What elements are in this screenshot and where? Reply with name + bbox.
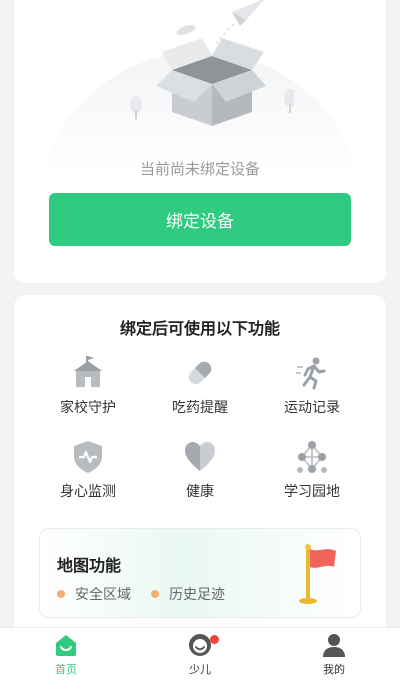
features-title: 绑定后可使用以下功能 [119,319,280,338]
notification-badge [210,635,219,644]
tab-kids[interactable]: 少儿 [160,632,240,677]
running-icon [296,357,326,390]
bullet-dot [57,590,65,598]
map-feature-card[interactable]: 地图功能 安全区域 历史足迹 [39,528,361,618]
feature-learning-garden[interactable]: 学习园地 [262,439,362,501]
home-icon [56,635,76,656]
map-item-history: 历史足迹 [151,584,225,604]
map-title: 地图功能 [57,556,122,575]
empty-state-message: 当前尚未绑定设备 [139,160,260,178]
empty-box-illustration [130,0,294,126]
feature-school-guard[interactable]: 家校守护 [38,355,138,417]
tab-label: 少儿 [189,663,211,676]
user-icon [323,634,345,657]
feature-mind-body-monitor[interactable]: 身心监测 [38,439,138,501]
bind-device-button[interactable]: 绑定设备 [49,193,351,246]
pill-icon [188,361,212,385]
heart-icon [185,442,215,471]
feature-label: 身心监测 [60,484,116,500]
tab-home[interactable]: 首页 [26,632,106,677]
feature-label: 学习园地 [284,484,340,500]
flag-icon [299,544,336,604]
tab-label: 我的 [323,663,345,676]
bullet-dot [151,590,159,598]
map-item-label: 安全区域 [75,587,131,603]
feature-label: 健康 [186,484,214,500]
feature-label: 家校守护 [60,400,116,416]
network-icon [297,441,327,473]
shield-heartbeat-icon [74,441,102,473]
kid-face-icon [189,634,211,656]
tab-label: 首页 [55,663,77,676]
feature-exercise-record[interactable]: 运动记录 [262,355,362,417]
map-item-safe-zone: 安全区域 [57,584,131,604]
feature-label: 吃药提醒 [172,400,228,416]
tab-mine[interactable]: 我的 [294,632,374,677]
empty-state-card: 当前尚未绑定设备 绑定设备 [14,0,386,283]
feature-health[interactable]: 健康 [150,439,250,501]
features-card: 绑定后可使用以下功能 家校守护 吃药提醒 运动记录 身心监测 健康 学习园地 地… [14,295,386,635]
school-icon [74,356,102,387]
feature-label: 运动记录 [284,400,340,416]
feature-medicine-reminder[interactable]: 吃药提醒 [150,355,250,417]
map-item-label: 历史足迹 [169,587,225,603]
bottom-tab-bar: 首页 少儿 我的 [0,627,400,682]
